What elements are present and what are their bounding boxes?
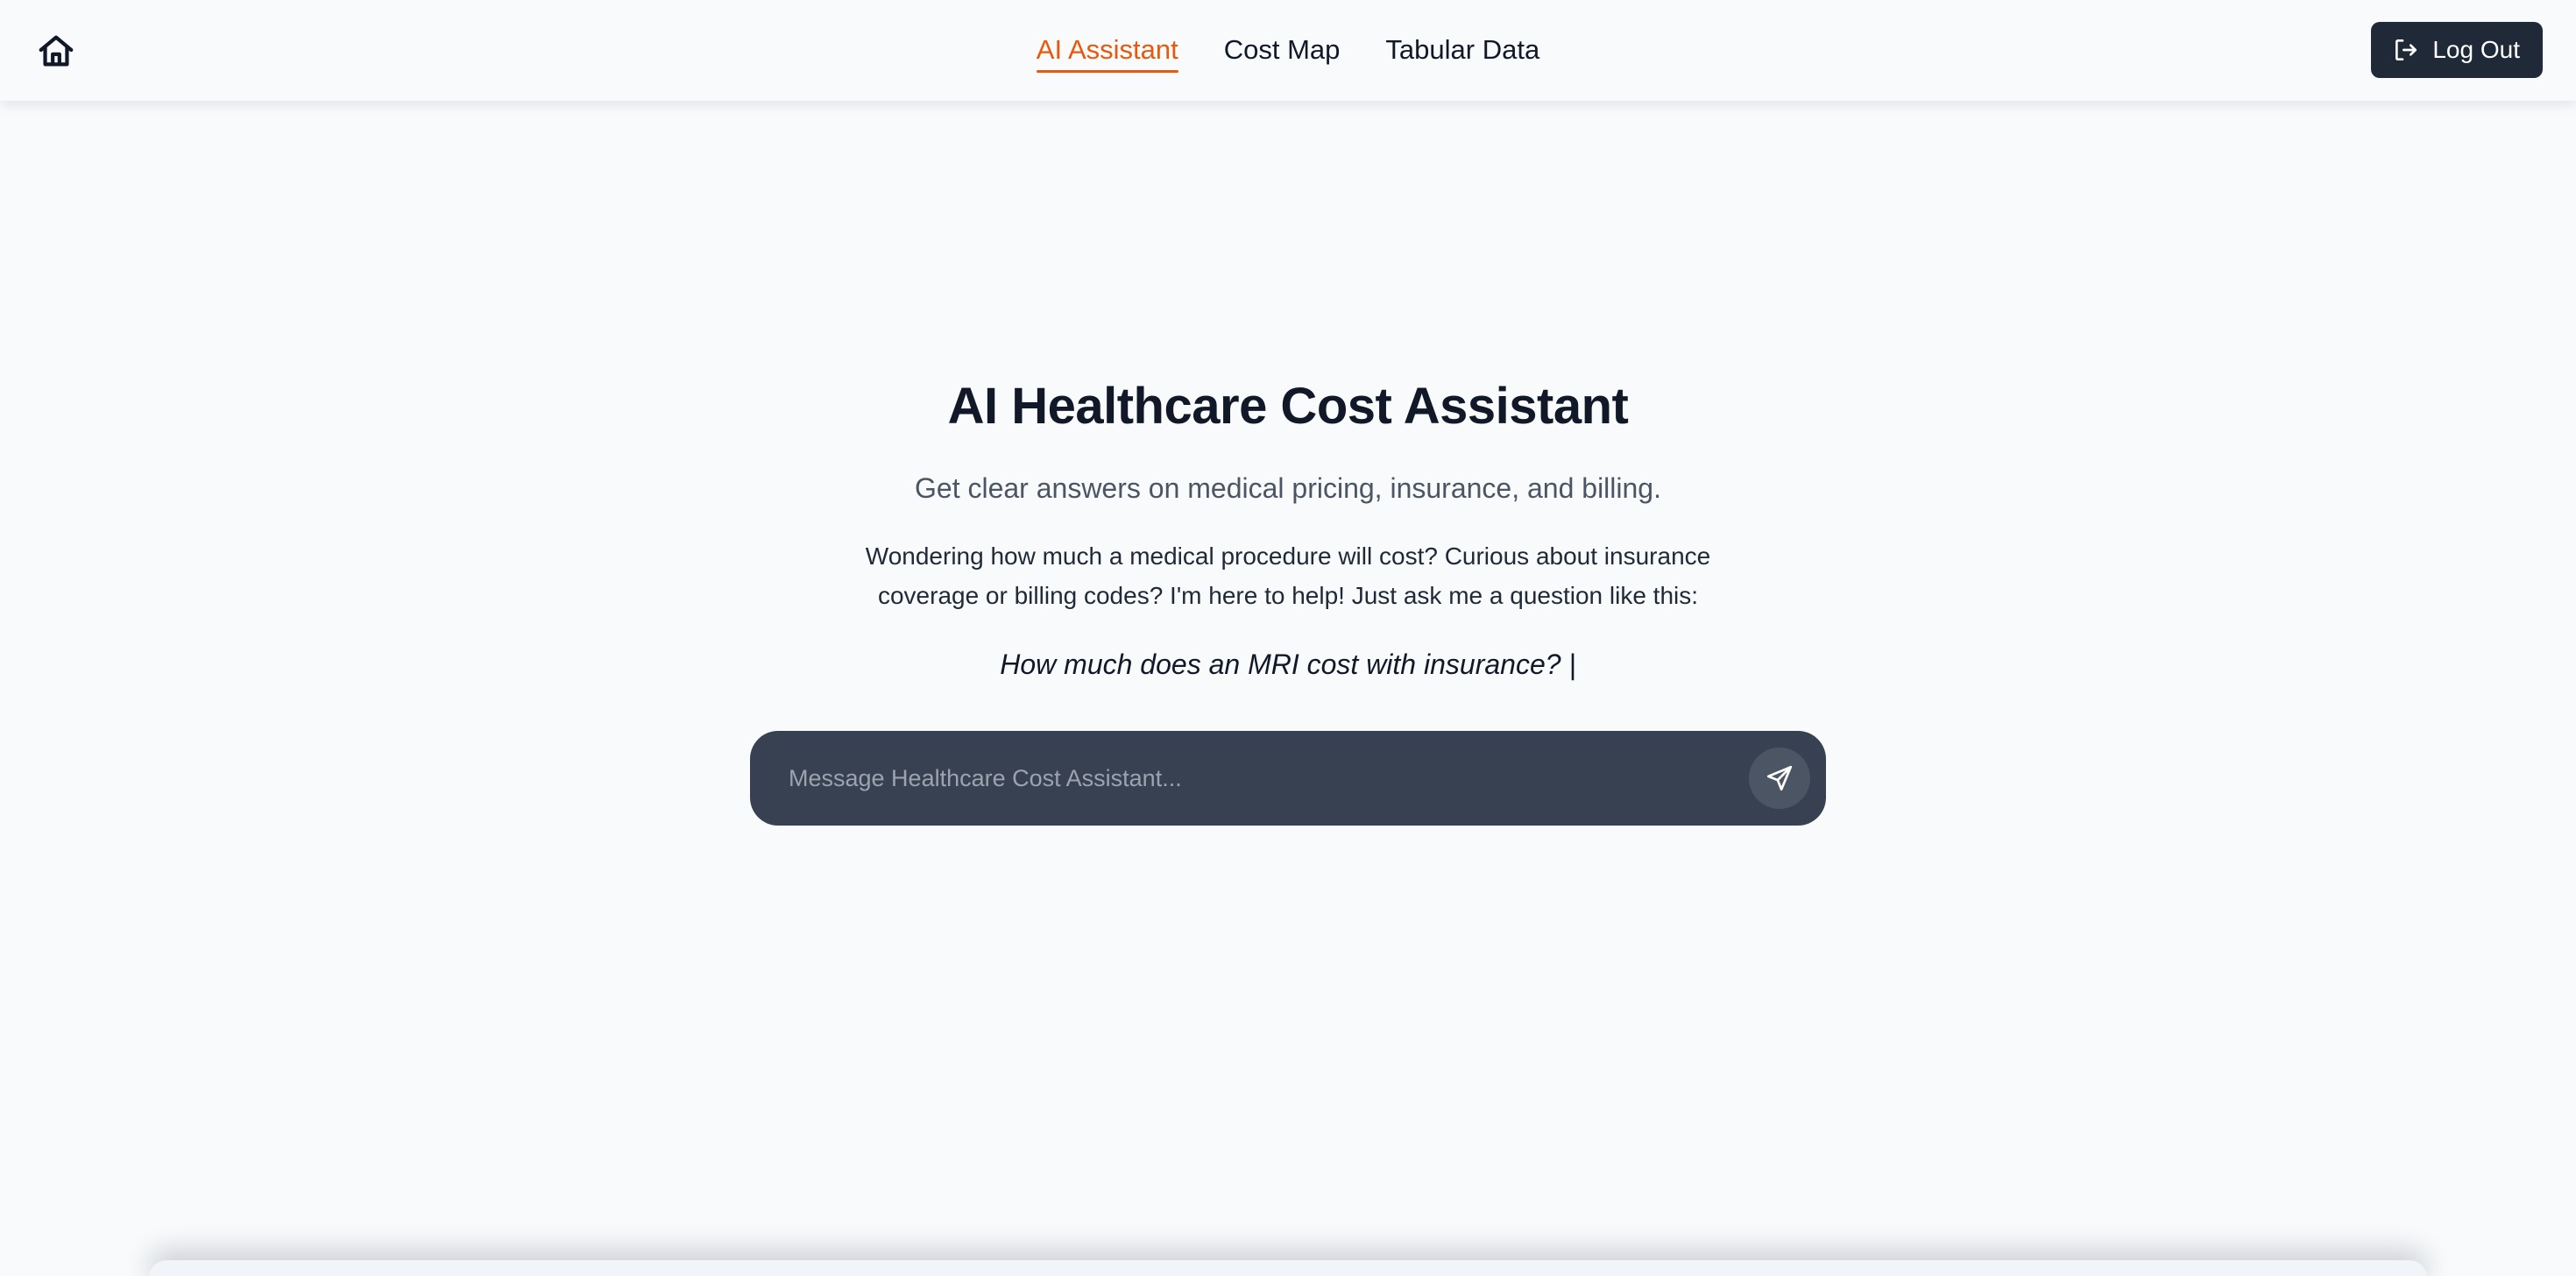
nav-link-tabular-data[interactable]: Tabular Data: [1385, 34, 1539, 73]
bottom-panel-edge: [149, 1260, 2427, 1276]
page-subtitle: Get clear answers on medical pricing, in…: [915, 472, 1661, 504]
home-button[interactable]: [32, 26, 81, 75]
logout-button[interactable]: Log Out: [2371, 22, 2543, 78]
home-icon: [39, 35, 74, 67]
chat-message-input[interactable]: [750, 731, 1749, 826]
hero-section: AI Healthcare Cost Assistant Get clear a…: [0, 377, 2576, 681]
send-button[interactable]: [1749, 748, 1810, 809]
send-icon: [1766, 765, 1793, 791]
nav-link-cost-map[interactable]: Cost Map: [1224, 34, 1341, 73]
main-nav: AI Assistant Cost Map Tabular Data: [0, 0, 2576, 101]
chat-input-bar: [750, 731, 1826, 826]
page-title: AI Healthcare Cost Assistant: [947, 378, 1629, 435]
example-question: How much does an MRI cost with insurance…: [1000, 649, 1576, 680]
nav-link-ai-assistant[interactable]: AI Assistant: [1036, 34, 1178, 73]
page: AI Assistant Cost Map Tabular Data Log O…: [0, 0, 2576, 1276]
logout-icon: [2396, 39, 2417, 60]
logout-label: Log Out: [2432, 36, 2520, 63]
top-navigation-bar: AI Assistant Cost Map Tabular Data Log O…: [0, 0, 2576, 101]
intro-text: Wondering how much a medical procedure w…: [865, 542, 1711, 609]
